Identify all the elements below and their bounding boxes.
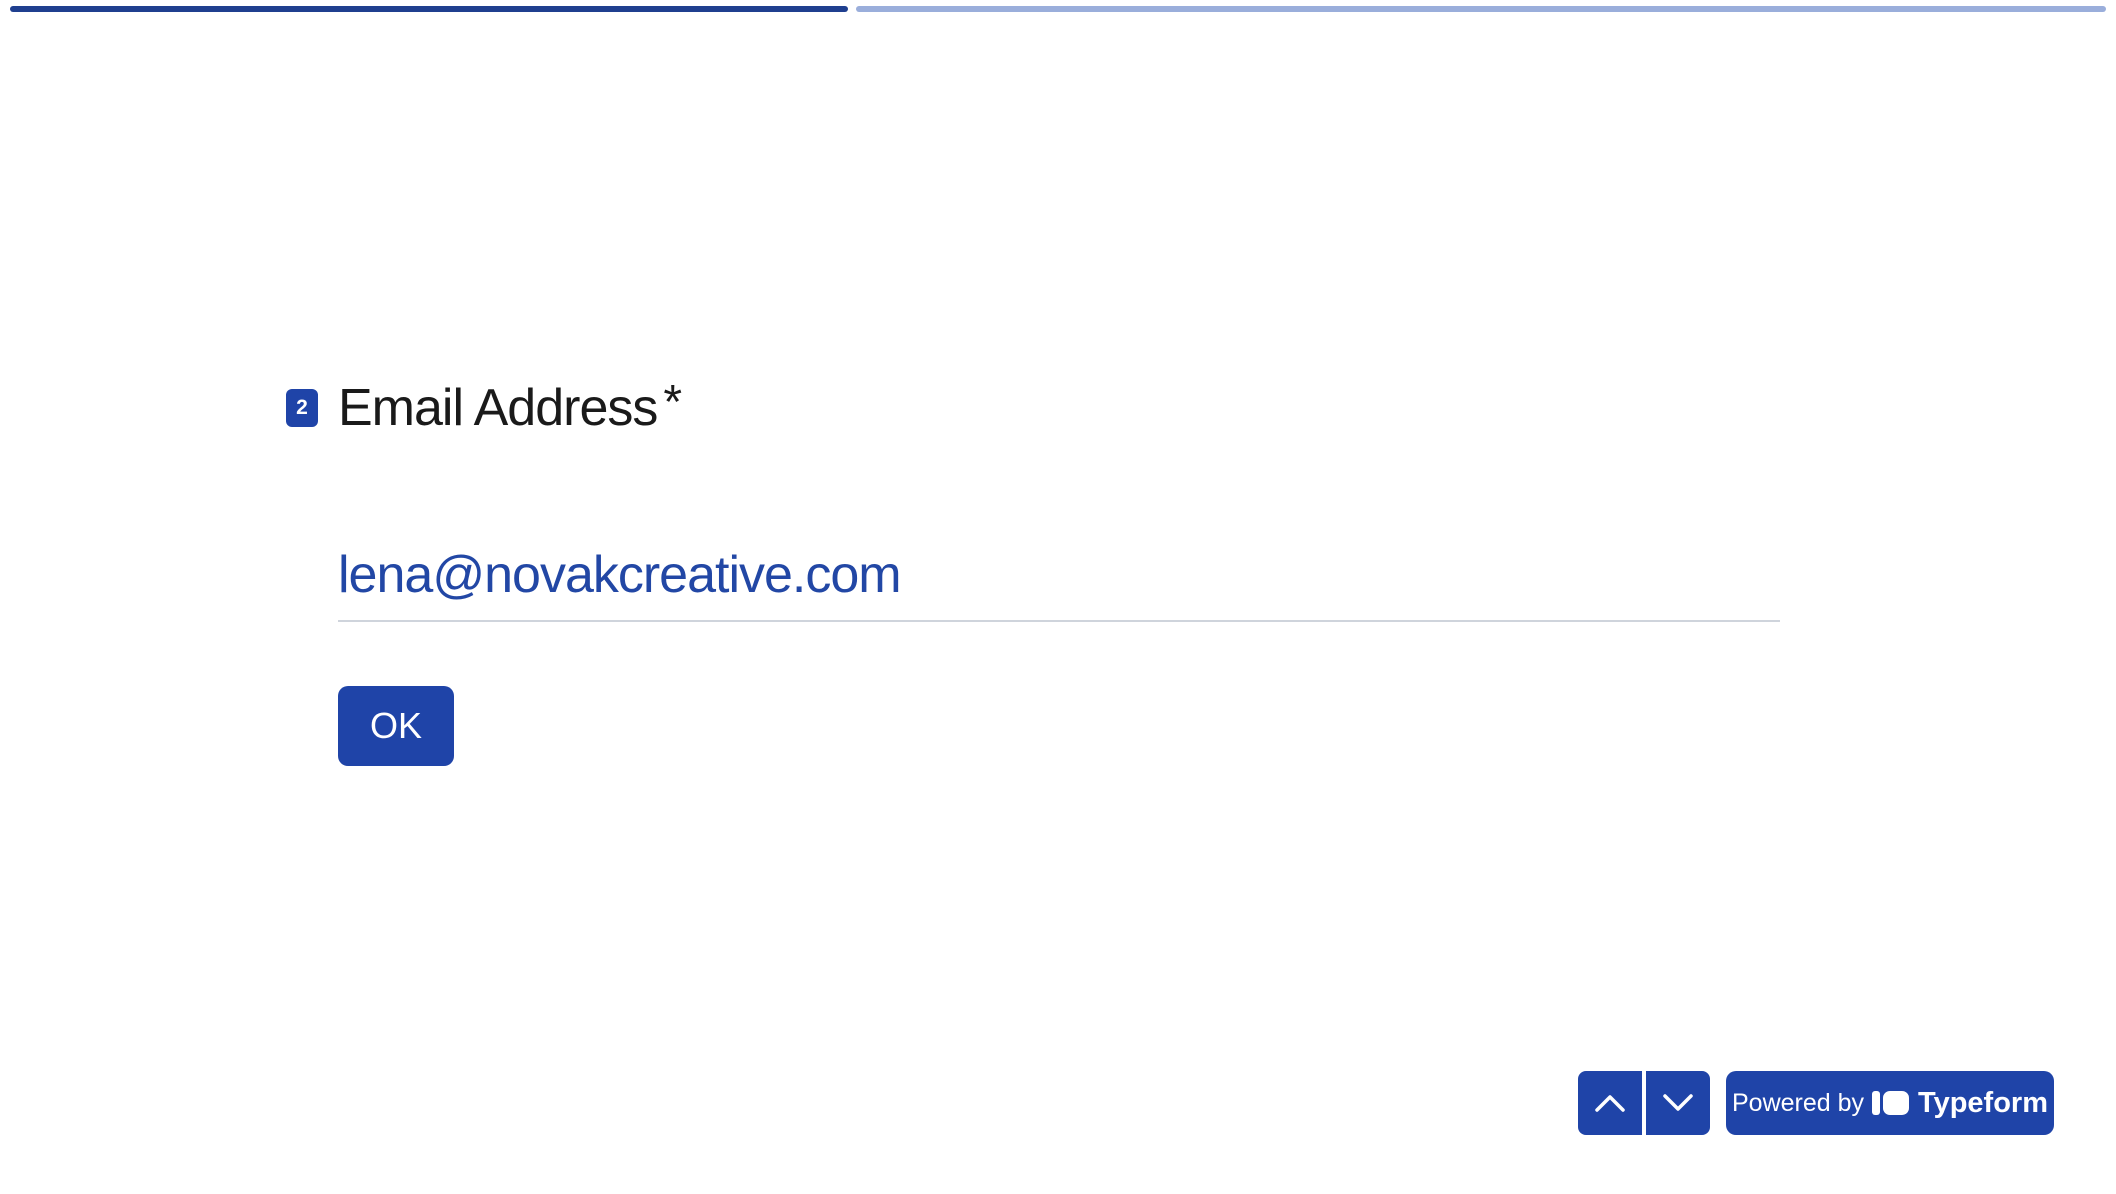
next-question-button[interactable]: [1646, 1071, 1710, 1135]
progress-remaining: [856, 6, 2106, 12]
navigation-controls: [1578, 1071, 1710, 1135]
chevron-down-icon: [1663, 1094, 1693, 1111]
typeform-brand-name: Typeform: [1918, 1086, 2048, 1119]
progress-fill: [10, 6, 848, 12]
powered-by-typeform-link[interactable]: Powered by Typeform: [1726, 1071, 2054, 1135]
question-title: Email Address: [338, 379, 658, 437]
powered-by-label: Powered by: [1731, 1088, 1865, 1117]
ok-button[interactable]: OK: [338, 686, 454, 766]
chevron-up-icon: [1595, 1095, 1625, 1112]
progress-bar: [10, 6, 2106, 12]
previous-question-button[interactable]: [1578, 1071, 1642, 1135]
email-input[interactable]: [338, 530, 1780, 622]
form-page: 2 Email Address * OK Powered by Typeform: [0, 0, 2116, 1194]
question-header: 2 Email Address *: [286, 375, 683, 438]
question-number-badge: 2: [286, 389, 318, 427]
typeform-logo-icon: [1872, 1091, 1910, 1115]
required-asterisk: *: [663, 375, 683, 429]
